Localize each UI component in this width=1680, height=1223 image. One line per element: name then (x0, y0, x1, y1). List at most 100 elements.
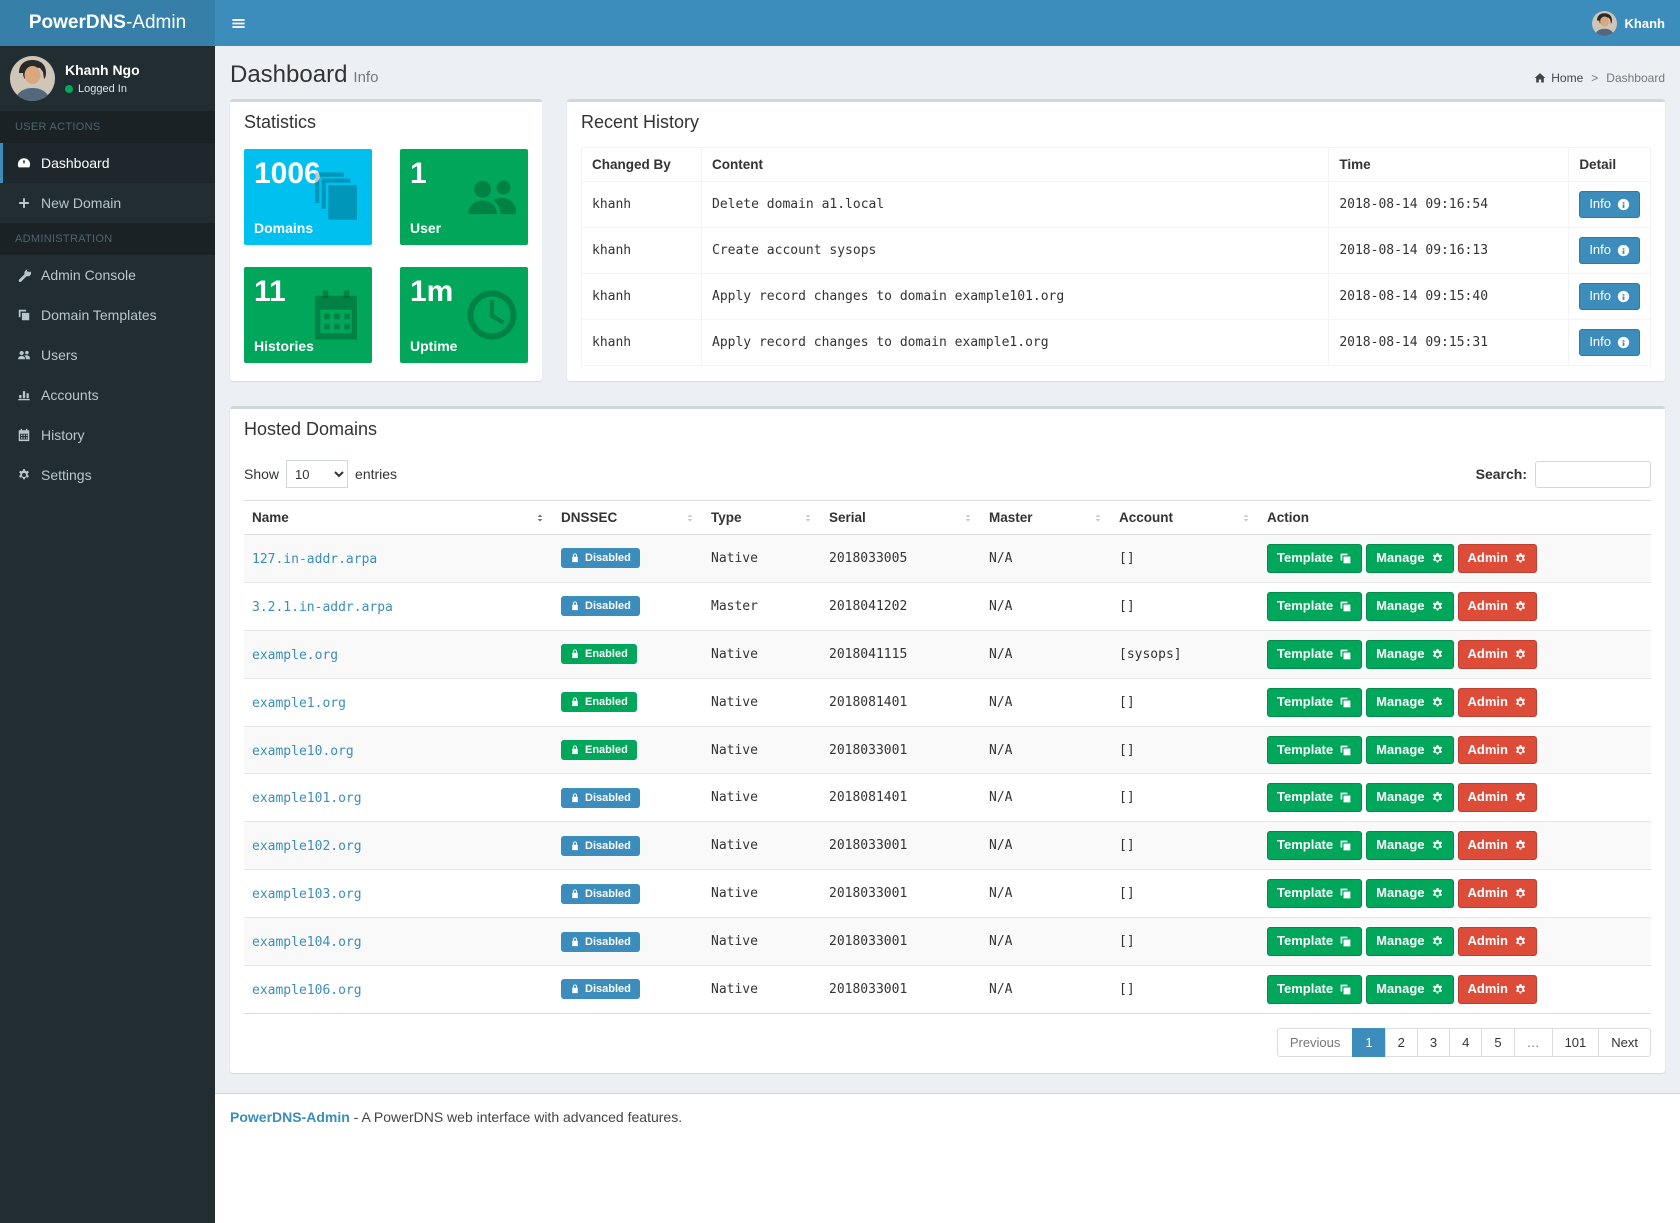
domain-name-link[interactable]: example103.org (252, 887, 362, 902)
history-content: Apply record changes to domain example10… (702, 273, 1329, 319)
sidebar-item-history[interactable]: History (0, 415, 215, 455)
sidebar-item-settings[interactable]: Settings (0, 455, 215, 495)
footer-brand-link[interactable]: PowerDNS-Admin (230, 1109, 350, 1125)
admin-button[interactable]: Admin (1458, 688, 1537, 717)
pagination-page-2[interactable]: 2 (1385, 1028, 1418, 1057)
pagination-page-5[interactable]: 5 (1481, 1028, 1514, 1057)
manage-button[interactable]: Manage (1366, 879, 1453, 908)
pagination-next[interactable]: Next (1598, 1028, 1651, 1057)
sidebar-user-status[interactable]: Logged In (65, 83, 140, 95)
domain-master: N/A (981, 774, 1111, 822)
sort-icon (1240, 512, 1252, 524)
pagination-page-4[interactable]: 4 (1449, 1028, 1482, 1057)
pagination-previous[interactable]: Previous (1277, 1028, 1354, 1057)
pagination-page-1[interactable]: 1 (1352, 1028, 1385, 1057)
domain-account: [] (1111, 582, 1259, 630)
info-button[interactable]: Info (1579, 237, 1640, 264)
manage-button[interactable]: Manage (1366, 544, 1453, 573)
manage-button[interactable]: Manage (1366, 640, 1453, 669)
domain-name-link[interactable]: example1.org (252, 696, 346, 711)
admin-button[interactable]: Admin (1458, 783, 1537, 812)
domain-name-link[interactable]: example.org (252, 648, 338, 663)
manage-button[interactable]: Manage (1366, 783, 1453, 812)
manage-button[interactable]: Manage (1366, 831, 1453, 860)
domain-name-link[interactable]: example104.org (252, 935, 362, 950)
page-length-select[interactable]: 10 (286, 460, 348, 488)
sidebar-item-label: Dashboard (41, 155, 110, 171)
admin-button[interactable]: Admin (1458, 736, 1537, 765)
domain-name-link[interactable]: 3.2.1.in-addr.arpa (252, 600, 393, 615)
domain-name-link[interactable]: example106.org (252, 983, 362, 998)
domain-row: example104.orgDisabledNative2018033001N/… (244, 918, 1651, 966)
pagination-page-3[interactable]: 3 (1417, 1028, 1450, 1057)
clone-icon (17, 308, 31, 322)
info-button[interactable]: Info (1579, 283, 1640, 310)
admin-button[interactable]: Admin (1458, 544, 1537, 573)
admin-button[interactable]: Admin (1458, 927, 1537, 956)
lock-icon (570, 889, 580, 899)
admin-button[interactable]: Admin (1458, 879, 1537, 908)
domain-account: [] (1111, 678, 1259, 726)
pagination-page-101[interactable]: 101 (1552, 1028, 1600, 1057)
template-button[interactable]: Template (1267, 975, 1362, 1004)
info-button[interactable]: Info (1579, 191, 1640, 218)
navbar-user-name: Khanh (1625, 16, 1665, 31)
sidebar-item-domain-templates[interactable]: Domain Templates (0, 295, 215, 335)
manage-button[interactable]: Manage (1366, 927, 1453, 956)
template-button[interactable]: Template (1267, 640, 1362, 669)
table-controls: Show 10 entries Search: (244, 454, 1651, 500)
manage-button[interactable]: Manage (1366, 592, 1453, 621)
manage-button[interactable]: Manage (1366, 736, 1453, 765)
gear-icon (17, 468, 31, 482)
gear-icon (1431, 983, 1444, 996)
template-button[interactable]: Template (1267, 927, 1362, 956)
navbar-user-menu[interactable]: Khanh (1577, 0, 1680, 46)
template-button[interactable]: Template (1267, 736, 1362, 765)
search-input[interactable] (1535, 461, 1651, 488)
admin-button[interactable]: Admin (1458, 975, 1537, 1004)
admin-button[interactable]: Admin (1458, 592, 1537, 621)
sidebar-toggle-button[interactable] (215, 0, 262, 46)
template-button[interactable]: Template (1267, 544, 1362, 573)
manage-button[interactable]: Manage (1366, 688, 1453, 717)
breadcrumb-home-link[interactable]: Home (1534, 71, 1583, 85)
history-changed-by: khanh (582, 319, 702, 365)
template-button[interactable]: Template (1267, 831, 1362, 860)
domain-name-link[interactable]: example102.org (252, 839, 362, 854)
column-header-name[interactable]: Name (244, 501, 553, 535)
template-button[interactable]: Template (1267, 879, 1362, 908)
template-button[interactable]: Template (1267, 783, 1362, 812)
column-header-type[interactable]: Type (703, 501, 821, 535)
info-button[interactable]: Info (1579, 329, 1640, 356)
domain-account: [] (1111, 535, 1259, 583)
column-header-master[interactable]: Master (981, 501, 1111, 535)
sidebar-item-new-domain[interactable]: New Domain (0, 183, 215, 223)
history-content: Delete domain a1.local (702, 182, 1329, 228)
copy-icon (1339, 648, 1352, 661)
sidebar-user-panel: Khanh Ngo Logged In (0, 46, 215, 111)
domain-type: Native (703, 535, 821, 583)
sidebar-item-accounts[interactable]: Accounts (0, 375, 215, 415)
column-header-serial[interactable]: Serial (821, 501, 981, 535)
domain-name-link[interactable]: example101.org (252, 791, 362, 806)
column-header-account[interactable]: Account (1111, 501, 1259, 535)
manage-button[interactable]: Manage (1366, 975, 1453, 1004)
dnssec-badge: Enabled (561, 644, 637, 664)
domain-name-link[interactable]: example10.org (252, 744, 354, 759)
show-label: Show (244, 466, 279, 482)
history-changed-by: khanh (582, 182, 702, 228)
sidebar-item-admin-console[interactable]: Admin Console (0, 255, 215, 295)
template-button[interactable]: Template (1267, 592, 1362, 621)
gear-icon (1514, 839, 1527, 852)
admin-button[interactable]: Admin (1458, 640, 1537, 669)
app-logo[interactable]: PowerDNS-Admin (0, 0, 215, 46)
domain-name-link[interactable]: 127.in-addr.arpa (252, 552, 377, 567)
template-button[interactable]: Template (1267, 688, 1362, 717)
recent-history-body: khanhDelete domain a1.local2018-08-14 09… (582, 182, 1651, 366)
stat-box-domains: 1006Domains (244, 149, 372, 245)
lock-icon (570, 745, 580, 755)
column-header-dnssec[interactable]: DNSSEC (553, 501, 703, 535)
sidebar-item-dashboard[interactable]: Dashboard (0, 143, 215, 183)
admin-button[interactable]: Admin (1458, 831, 1537, 860)
sidebar-item-users[interactable]: Users (0, 335, 215, 375)
